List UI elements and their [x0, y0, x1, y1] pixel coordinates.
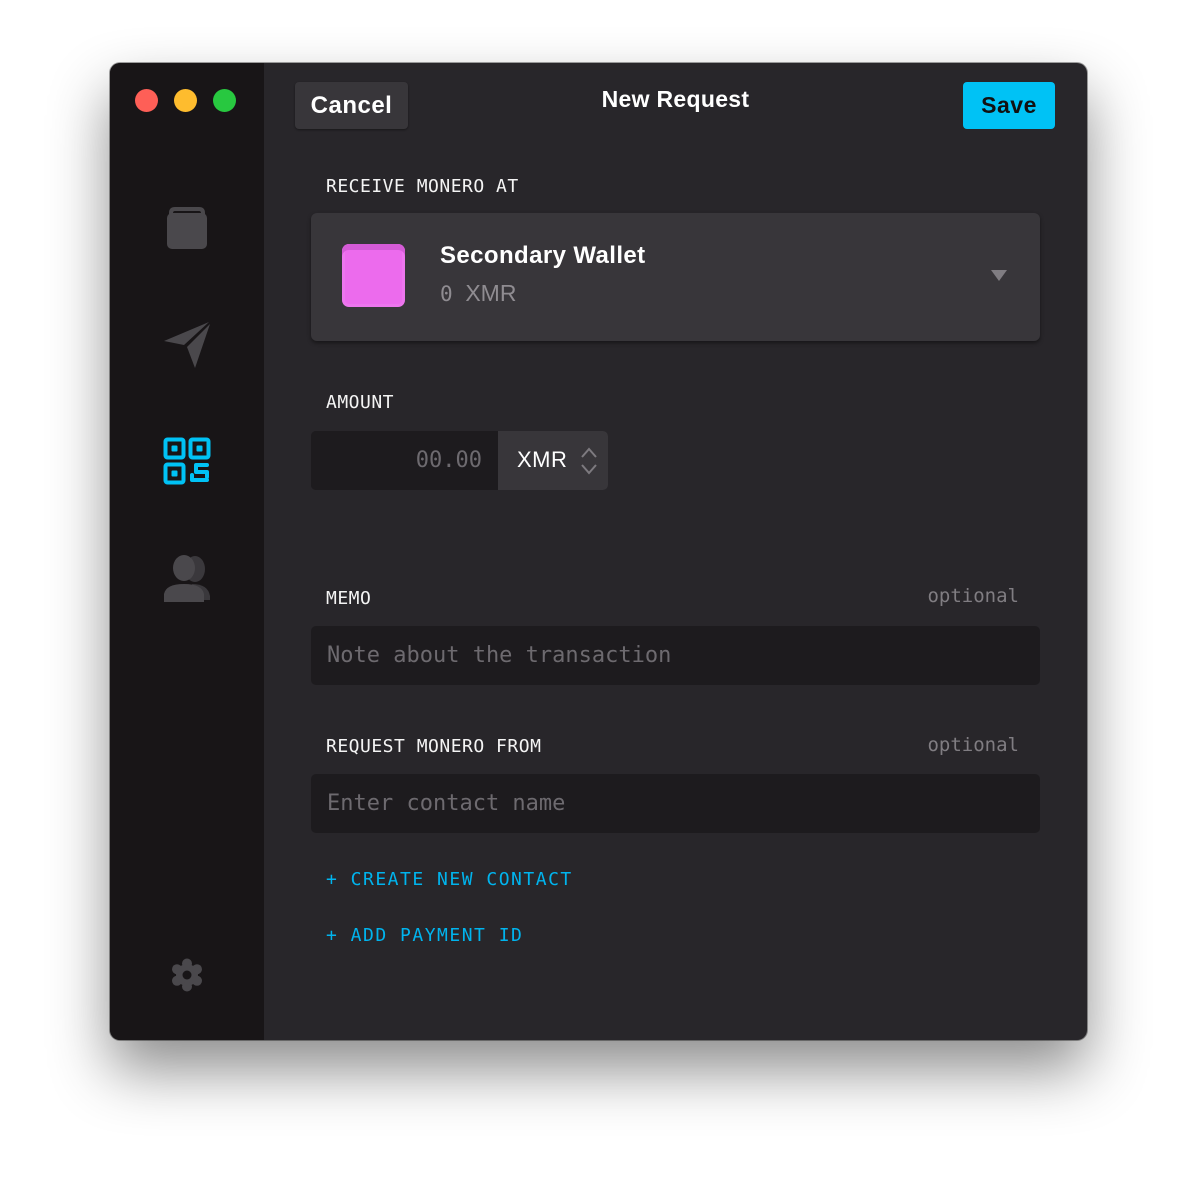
cancel-button[interactable]: Cancel [295, 82, 408, 129]
wallet-name: Secondary Wallet [440, 242, 646, 269]
currency-select[interactable]: XMR [498, 431, 608, 490]
wallet-icon [167, 207, 207, 249]
sidebar-item-send[interactable] [160, 318, 214, 372]
wallet-balance: 0 XMR [440, 280, 516, 307]
gear-icon [172, 958, 202, 992]
contact-input[interactable] [311, 774, 1040, 833]
memo-label: MEMO [326, 588, 372, 609]
wallet-select[interactable]: Secondary Wallet 0 XMR [311, 213, 1040, 341]
settings-button[interactable] [160, 948, 214, 1002]
receive-at-label: RECEIVE MONERO AT [326, 176, 519, 197]
sidebar-item-contacts[interactable] [160, 552, 214, 606]
contacts-icon [164, 555, 210, 602]
main-panel: Cancel New Request Save RECEIVE MONERO A… [264, 63, 1087, 1040]
request-from-optional-hint: optional [927, 734, 1019, 756]
minimize-window-button[interactable] [174, 89, 197, 112]
wallet-balance-amount: 0 [440, 282, 453, 306]
app-window: Cancel New Request Save RECEIVE MONERO A… [110, 63, 1087, 1040]
amount-label: AMOUNT [326, 392, 395, 413]
amount-field-group: XMR [311, 431, 608, 490]
qr-code-icon [163, 437, 211, 485]
caret-down-icon [991, 270, 1007, 281]
save-button[interactable]: Save [963, 82, 1055, 129]
sidebar [110, 63, 264, 1040]
memo-optional-hint: optional [927, 585, 1019, 607]
currency-value: XMR [517, 447, 568, 472]
sidebar-item-receive[interactable] [160, 434, 214, 488]
wallet-color-icon [342, 244, 405, 307]
add-payment-id-link[interactable]: + ADD PAYMENT ID [326, 925, 523, 946]
memo-input[interactable] [311, 626, 1040, 685]
wallet-balance-unit: XMR [465, 280, 517, 306]
amount-input[interactable] [311, 431, 498, 490]
zoom-window-button[interactable] [213, 89, 236, 112]
send-icon [164, 322, 210, 368]
request-from-label: REQUEST MONERO FROM [326, 736, 542, 757]
sidebar-item-wallets[interactable] [160, 200, 214, 254]
up-down-chevron-icon [581, 447, 597, 475]
close-window-button[interactable] [135, 89, 158, 112]
create-new-contact-link[interactable]: + CREATE NEW CONTACT [326, 869, 573, 890]
